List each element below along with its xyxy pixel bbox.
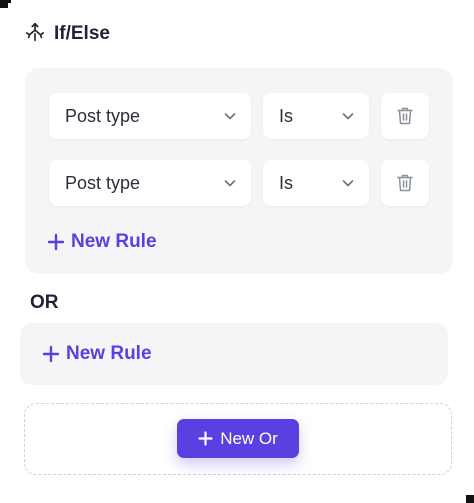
corner-decoration (466, 495, 474, 503)
block-header: If/Else (24, 22, 110, 46)
operator-select-value: Is (279, 105, 294, 126)
branch-icon (24, 21, 46, 48)
new-rule-button[interactable]: New Rule (47, 231, 157, 253)
new-rule-label: New Rule (66, 343, 152, 364)
plus-icon (47, 233, 65, 251)
new-rule-label: New Rule (71, 231, 157, 252)
operator-select-value: Is (279, 172, 294, 193)
trash-icon (397, 174, 413, 192)
trash-icon (397, 107, 413, 125)
field-select-value: Post type (65, 172, 141, 193)
chevron-down-icon (224, 180, 236, 187)
chevron-down-icon (342, 180, 354, 187)
plus-icon (42, 345, 60, 363)
condition-group: New Rule (20, 323, 448, 385)
operator-select[interactable]: Is (263, 93, 369, 139)
new-or-button[interactable]: New Or (177, 419, 299, 458)
rule-row: Post type Is (49, 160, 429, 206)
chevron-down-icon (342, 113, 354, 120)
plus-icon (198, 431, 213, 446)
operator-select[interactable]: Is (263, 160, 369, 206)
corner-decoration (0, 0, 11, 8)
delete-rule-button[interactable] (381, 160, 429, 206)
field-select[interactable]: Post type (49, 93, 251, 139)
field-select[interactable]: Post type (49, 160, 251, 206)
field-select-value: Post type (65, 105, 141, 126)
new-rule-button[interactable]: New Rule (42, 343, 152, 365)
rule-row: Post type Is (49, 93, 429, 139)
chevron-down-icon (224, 113, 236, 120)
new-or-label: New Or (220, 428, 278, 448)
or-separator: OR (30, 292, 59, 313)
condition-group: Post type Is Post type Is New Rule (25, 68, 453, 274)
delete-rule-button[interactable] (381, 93, 429, 139)
block-title: If/Else (54, 23, 110, 44)
